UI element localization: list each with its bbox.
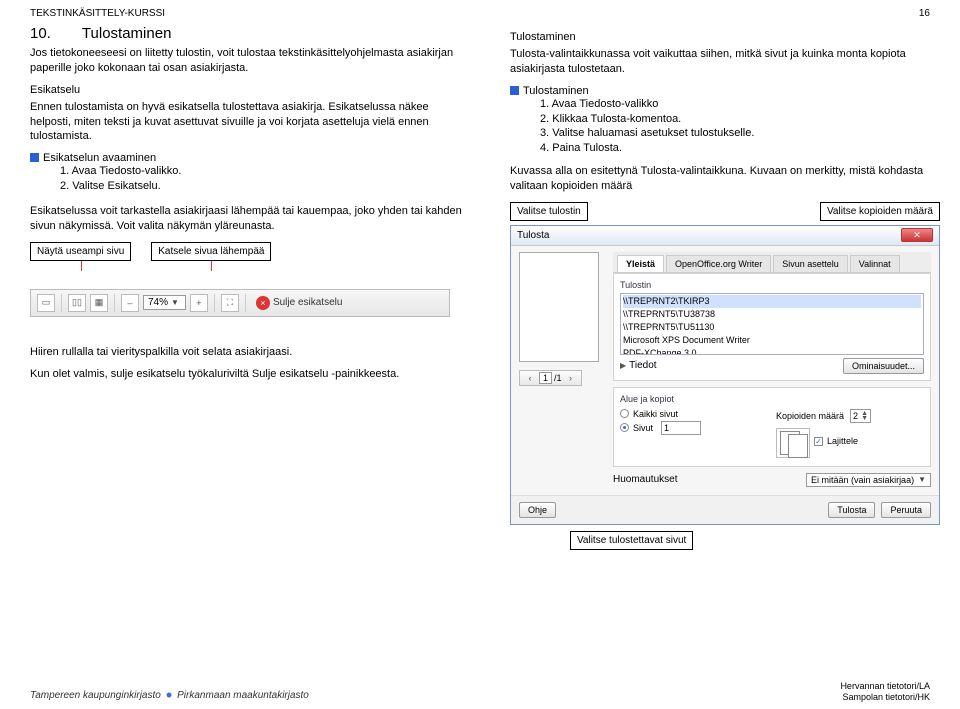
close-preview-button[interactable]: × Sulje esikatselu (252, 296, 346, 310)
printer-list[interactable]: \\TREPRNT2\TKIRP3 \\TREPRNT5\TU38738 \\T… (620, 293, 924, 355)
dialog-title: Tulosta (517, 230, 549, 241)
callout-select-pages: Valitse tulostettavat sivut (570, 531, 693, 550)
esikatselu-p1: Ennen tulostamista on hyvä esikatsella t… (30, 100, 470, 145)
page-single-icon[interactable]: ▭ (37, 294, 55, 312)
group-area-title: Alue ja kopiot (620, 394, 924, 404)
cancel-button[interactable]: Peruuta (881, 502, 931, 518)
triangle-icon[interactable]: ▶ (620, 361, 626, 370)
printer-item[interactable]: \\TREPRNT2\TKIRP3 (623, 295, 921, 308)
esikatselu-p4: Kun olet valmis, sulje esikatselu työkal… (30, 367, 470, 382)
library-logo: Tampereen kaupunginkirjasto • Pirkanmaan… (30, 690, 309, 701)
copies-input[interactable]: 2▲▼ (850, 409, 871, 423)
page-footer: Hervannan tietotori/LA Sampolan tietotor… (840, 681, 930, 703)
notes-select[interactable]: Ei mitään (vain asiakirjaa)▼ (806, 473, 931, 487)
page-number: 16 (919, 8, 930, 19)
radio-pages[interactable]: Sivut 1 (620, 421, 768, 435)
page-preview-thumb (519, 252, 599, 362)
esikatselu-heading: Esikatselu (30, 84, 470, 96)
callout-select-printer: Valitse tulostin (510, 202, 588, 221)
tab-general[interactable]: Yleistä (617, 255, 664, 272)
square-bullet-icon (510, 86, 519, 95)
tab-writer[interactable]: OpenOffice.org Writer (666, 255, 771, 272)
collate-checkbox[interactable]: ✓Lajittele (776, 425, 924, 458)
printer-item[interactable]: \\TREPRNT5\TU38738 (623, 308, 921, 321)
close-preview-label: Sulje esikatselu (273, 297, 342, 308)
printer-item[interactable]: \\TREPRNT5\TU51130 (623, 321, 921, 334)
page-multi-icon[interactable]: ▦ (90, 294, 108, 312)
collate-icon (776, 428, 810, 458)
esikatselu-step-2: 2. Valitse Esikatselu. (60, 179, 470, 194)
arrow-icon (30, 261, 131, 271)
esikatselu-step-1: 1. Avaa Tiedosto-valikko. (60, 164, 470, 179)
tab-options[interactable]: Valinnat (850, 255, 900, 272)
callout-select-copies: Valitse kopioiden määrä (820, 202, 940, 221)
tulostaminen-step-1: 1. Avaa Tiedosto-valikko (540, 97, 940, 112)
radio-all-pages[interactable]: Kaikki sivut (620, 409, 768, 419)
notes-label: Huomautukset (613, 474, 677, 485)
printer-item[interactable]: Microsoft XPS Document Writer (623, 334, 921, 347)
pages-input[interactable]: 1 (661, 421, 701, 435)
dialog-close-button[interactable]: ✕ (901, 228, 933, 242)
next-page-icon[interactable]: › (564, 373, 578, 383)
callout-zoom-closer: Katsele sivua lähempää (151, 242, 271, 261)
square-bullet-icon (30, 153, 39, 162)
tulostaminen-p2: Kuvassa alla on esitettynä Tulosta-valin… (510, 164, 940, 194)
course-name: TEKSTINKÄSITTELY-KURSSI (30, 8, 165, 19)
callout-multi-page: Näytä useampi sivu (30, 242, 131, 261)
tulostaminen-list-heading: Tulostaminen (523, 85, 589, 97)
details-toggle[interactable]: Tiedot (629, 360, 656, 371)
chevron-down-icon: ▼ (171, 298, 179, 307)
group-printer-title: Tulostin (620, 280, 924, 290)
section-title: Tulostaminen (82, 25, 172, 42)
page-counter[interactable]: ‹ 1 /1 › (519, 370, 582, 386)
tulostaminen-step-4: 4. Paina Tulosta. (540, 141, 940, 156)
page-dual-icon[interactable]: ▯▯ (68, 294, 86, 312)
close-icon: × (256, 296, 270, 310)
tulostaminen-p1: Tulosta-valintaikkunassa voit vaikuttaa … (510, 47, 940, 77)
esikatselu-p3: Hiiren rullalla tai vierityspalkilla voi… (30, 345, 470, 360)
prev-page-icon[interactable]: ‹ (523, 373, 537, 383)
printer-item[interactable]: PDF-XChange 3.0 (623, 347, 921, 355)
preview-toolbar: ▭ ▯▯ ▦ – 74%▼ + ⛶ × Sulje esikatselu (30, 289, 450, 317)
copies-label: Kopioiden määrä (776, 411, 844, 421)
esikatselu-open-heading: Esikatselun avaaminen (43, 152, 156, 164)
zoom-value[interactable]: 74%▼ (143, 295, 186, 310)
section-number: 10. (30, 25, 51, 42)
print-dialog: Tulosta ✕ ‹ 1 /1 › Yleistä (510, 225, 940, 525)
tulostaminen-step-2: 2. Klikkaa Tulosta-komentoa. (540, 112, 940, 127)
help-button[interactable]: Ohje (519, 502, 556, 518)
page-counter-value[interactable]: 1 (539, 372, 552, 384)
chevron-down-icon: ▼ (918, 475, 926, 484)
esikatselu-p2: Esikatselussa voit tarkastella asiakirja… (30, 204, 470, 234)
fullscreen-icon[interactable]: ⛶ (221, 294, 239, 312)
section-intro: Jos tietokoneeseesi on liitetty tulostin… (30, 46, 470, 76)
properties-button[interactable]: Ominaisuudet... (843, 358, 924, 374)
tulostaminen-heading: Tulostaminen (510, 31, 940, 43)
dialog-tabs: Yleistä OpenOffice.org Writer Sivun aset… (613, 252, 931, 273)
zoom-in-icon[interactable]: + (190, 294, 208, 312)
arrow-icon (151, 261, 271, 271)
tab-layout[interactable]: Sivun asettelu (773, 255, 848, 272)
zoom-out-icon[interactable]: – (121, 294, 139, 312)
page-counter-total: /1 (554, 373, 562, 383)
print-button[interactable]: Tulosta (828, 502, 875, 518)
tulostaminen-step-3: 3. Valitse haluamasi asetukset tulostuks… (540, 126, 940, 141)
